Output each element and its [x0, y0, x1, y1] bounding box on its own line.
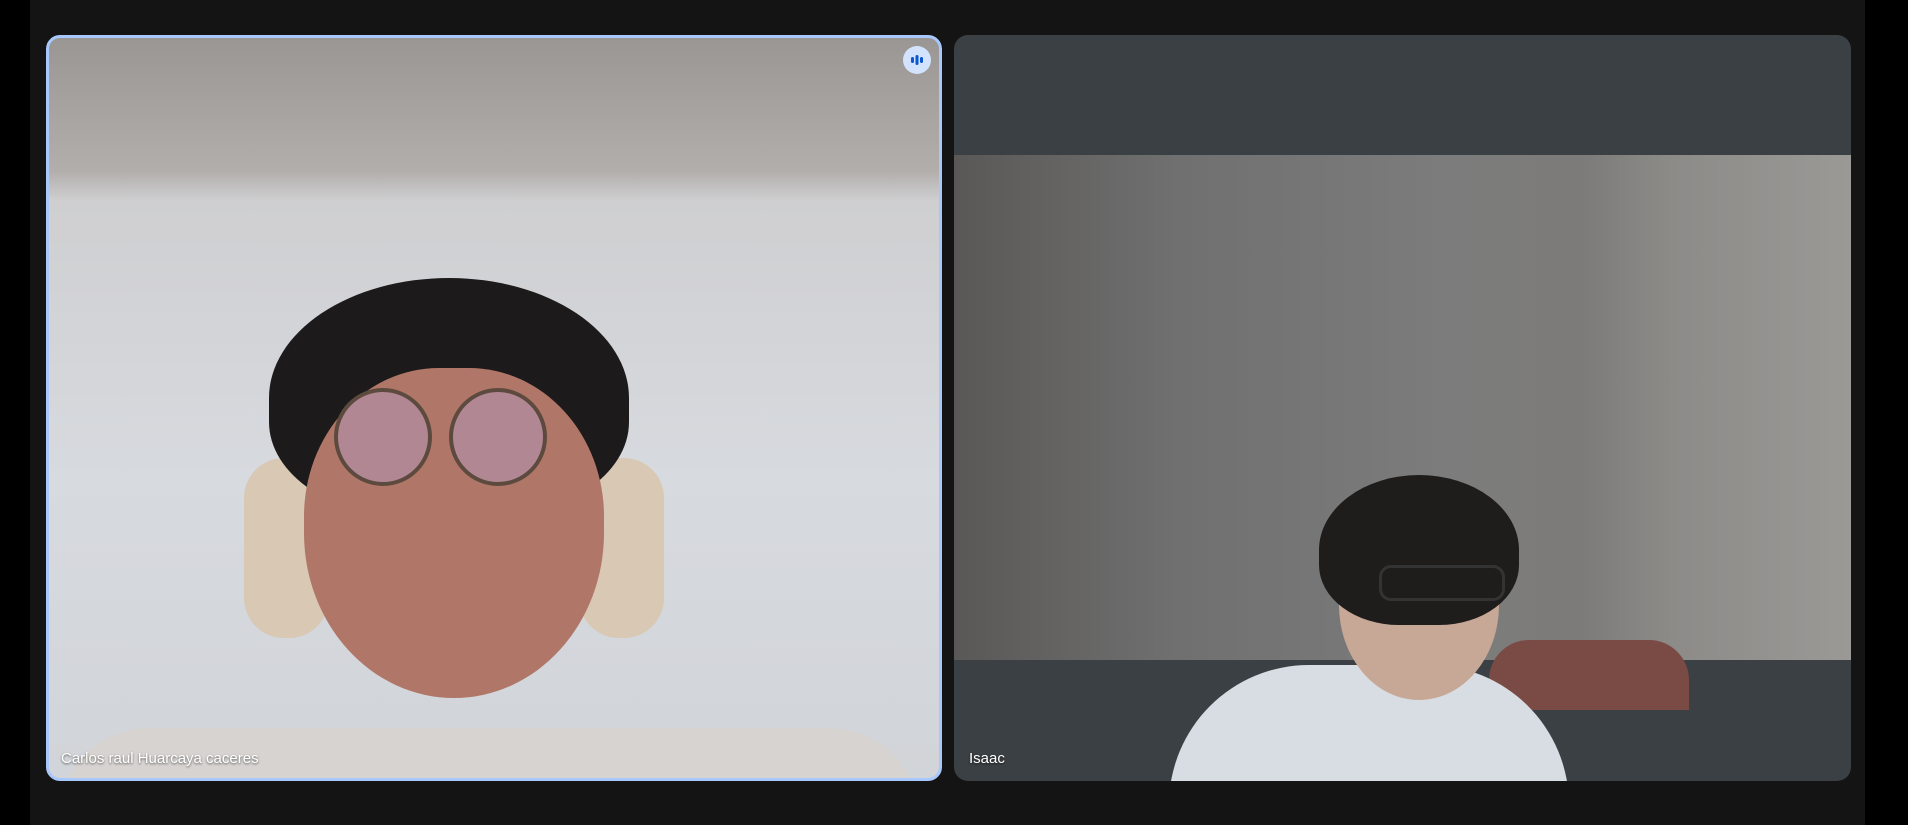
screen-edge: [1865, 0, 1908, 825]
participant-video-isaac: [954, 155, 1851, 781]
participant-name: Isaac: [969, 750, 1005, 767]
participant-tile-isaac[interactable]: Isaac: [954, 35, 1851, 781]
glasses-graphic: [334, 388, 432, 486]
hair-graphic: [1319, 475, 1519, 625]
glasses-graphic: [449, 388, 547, 486]
participant-tile-carlos[interactable]: Carlos raul Huarcaya caceres: [46, 35, 942, 781]
glasses-graphic: [1379, 565, 1505, 601]
participant-name: Carlos raul Huarcaya caceres: [61, 750, 259, 767]
audio-bars-icon: [903, 46, 931, 74]
